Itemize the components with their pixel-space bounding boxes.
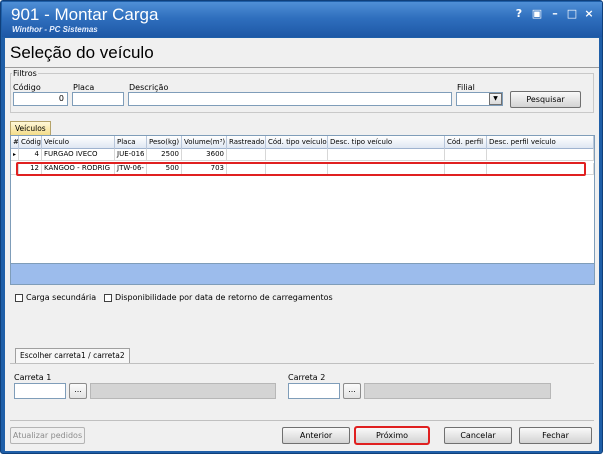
filial-label: Filial bbox=[457, 83, 475, 92]
carga-secundaria-label: Carga secundária bbox=[26, 293, 97, 302]
title-divider bbox=[5, 67, 599, 68]
help-icon[interactable]: ? bbox=[512, 7, 526, 20]
cell-volume: 3600 bbox=[182, 149, 227, 161]
window-title: 901 - Montar Carga bbox=[11, 5, 159, 24]
selected-row-highlight bbox=[16, 162, 586, 176]
cell-desc-tipo bbox=[328, 149, 445, 161]
carreta1-browse-button[interactable]: ... bbox=[69, 383, 87, 399]
client-area: Seleção do veículo Filtros Código 0 Plac… bbox=[5, 38, 599, 451]
col-marker[interactable]: # bbox=[11, 136, 19, 149]
grid-footer bbox=[11, 263, 594, 284]
col-codigo[interactable]: Códig bbox=[19, 136, 42, 149]
carreta2-description bbox=[364, 383, 551, 399]
descricao-label: Descrição bbox=[129, 83, 169, 92]
col-veiculo[interactable]: Veículo bbox=[42, 136, 115, 149]
cell-placa: JUE-016 bbox=[115, 149, 147, 161]
cell-peso: 2500 bbox=[147, 149, 182, 161]
col-desc-tipo[interactable]: Desc. tipo veículo bbox=[328, 136, 445, 149]
grid-body: ▸ 4 FURGAO IVECO JUE-016 2500 3600 12 KA… bbox=[11, 149, 594, 263]
filters-legend: Filtros bbox=[12, 69, 38, 78]
col-placa[interactable]: Placa bbox=[115, 136, 147, 149]
carreta1-description bbox=[90, 383, 276, 399]
placa-label: Placa bbox=[73, 83, 95, 92]
fechar-button[interactable]: Fechar bbox=[519, 427, 592, 444]
codigo-input[interactable]: 0 bbox=[13, 92, 68, 106]
table-row[interactable]: ▸ 4 FURGAO IVECO JUE-016 2500 3600 bbox=[11, 149, 594, 161]
window-subtitle: Winthor - PC Sistemas bbox=[12, 25, 98, 34]
cell-codigo: 4 bbox=[19, 149, 42, 161]
page-title: Seleção do veículo bbox=[10, 43, 154, 62]
anterior-button[interactable]: Anterior bbox=[282, 427, 350, 444]
cell-desc-perfil bbox=[487, 149, 594, 161]
col-volume[interactable]: Volume(m³) bbox=[182, 136, 227, 149]
col-cod-perfil[interactable]: Cód. perfil bbox=[445, 136, 487, 149]
maximize-button[interactable]: □ bbox=[565, 7, 579, 20]
carga-secundaria-checkbox[interactable] bbox=[15, 294, 23, 302]
restore-icon[interactable]: ▣ bbox=[530, 7, 544, 20]
grid-header: # Códig Veículo Placa Peso(kg) Volume(m³… bbox=[11, 136, 594, 149]
carreta1-code-input[interactable] bbox=[14, 383, 66, 399]
col-peso[interactable]: Peso(kg) bbox=[147, 136, 182, 149]
title-bar[interactable]: 901 - Montar Carga Winthor - PC Sistemas… bbox=[2, 2, 602, 37]
search-button[interactable]: Pesquisar bbox=[510, 91, 581, 108]
tab-veiculos[interactable]: Veículos bbox=[10, 121, 51, 135]
col-desc-perfil[interactable]: Desc. perfil veículo bbox=[487, 136, 594, 149]
cell-cod-tipo bbox=[266, 149, 328, 161]
chevron-down-icon[interactable]: ▼ bbox=[489, 93, 502, 105]
carreta2-browse-button[interactable]: ... bbox=[343, 383, 361, 399]
cell-veiculo: FURGAO IVECO bbox=[42, 149, 115, 161]
close-button[interactable]: × bbox=[582, 7, 596, 20]
cell-cod-perfil bbox=[445, 149, 487, 161]
col-cod-tipo[interactable]: Cód. tipo veículo bbox=[266, 136, 328, 149]
atualizar-pedidos-button[interactable]: Atualizar pedidos bbox=[10, 427, 85, 444]
descricao-input[interactable] bbox=[128, 92, 452, 106]
cancelar-button[interactable]: Cancelar bbox=[444, 427, 512, 444]
codigo-label: Código bbox=[13, 83, 41, 92]
footer-divider bbox=[10, 420, 594, 421]
carreta2-label: Carreta 2 bbox=[288, 373, 326, 382]
disponibilidade-checkbox[interactable] bbox=[104, 294, 112, 302]
minimize-button[interactable]: – bbox=[548, 7, 562, 20]
cell-rastreado bbox=[227, 149, 266, 161]
placa-input[interactable] bbox=[72, 92, 124, 106]
proximo-button[interactable]: Próximo bbox=[354, 426, 430, 445]
tab-escolher-carreta[interactable]: Escolher carreta1 / carreta2 bbox=[15, 348, 130, 363]
app-window: 901 - Montar Carga Winthor - PC Sistemas… bbox=[0, 0, 603, 454]
carreta2-code-input[interactable] bbox=[288, 383, 340, 399]
vehicles-grid: # Códig Veículo Placa Peso(kg) Volume(m³… bbox=[10, 135, 595, 285]
carreta1-label: Carreta 1 bbox=[14, 373, 52, 382]
disponibilidade-label: Disponibilidade por data de retorno de c… bbox=[115, 293, 333, 302]
carreta-divider bbox=[10, 363, 594, 364]
row-marker: ▸ bbox=[11, 149, 19, 161]
col-rastreado[interactable]: Rastreado bbox=[227, 136, 266, 149]
